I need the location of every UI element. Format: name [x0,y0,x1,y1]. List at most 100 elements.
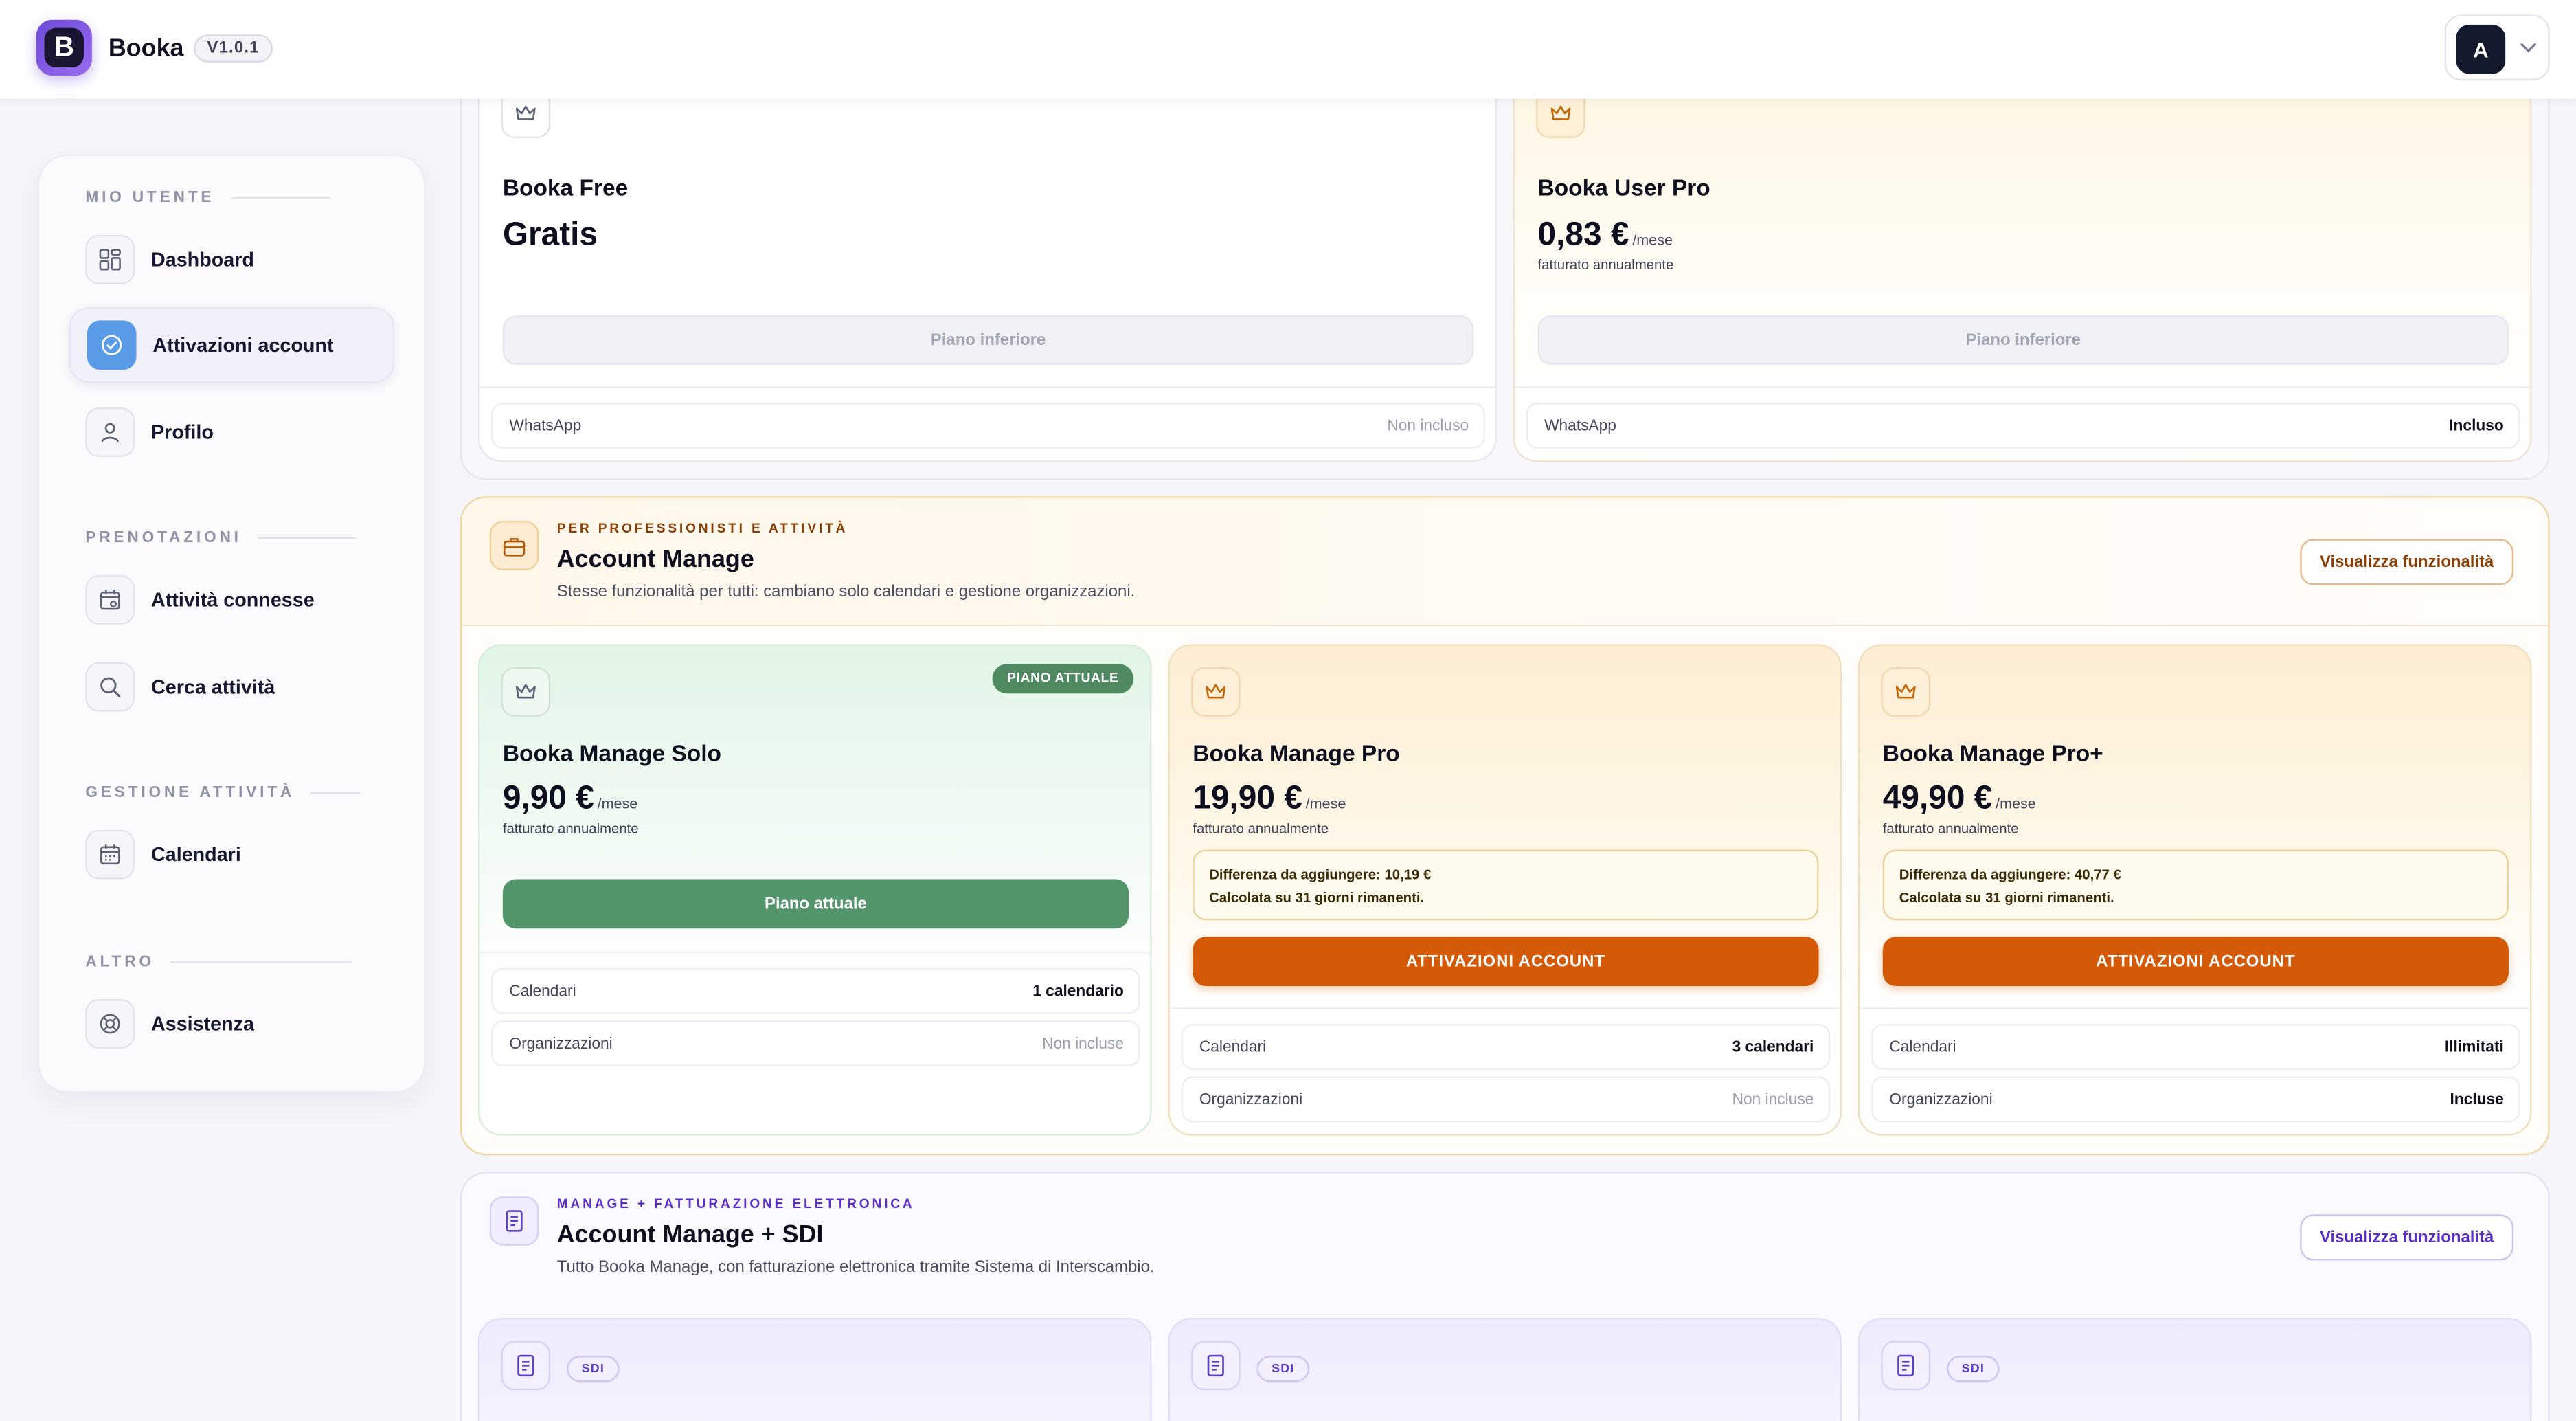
crown-icon [1881,667,1931,717]
sidebar-item-dashboard[interactable]: Dashboard [69,222,394,298]
plan-price: 9,90 €/mese [502,781,638,817]
sidebar-item-attivita-connesse[interactable]: Attività connesse [69,562,394,638]
feature-row-calendari: Calendari 3 calendari [1181,1023,1831,1070]
current-plan-button[interactable]: Piano attuale [502,879,1129,929]
briefcase-icon [489,521,539,570]
top-bar: B Booka V1.0.1 A [0,0,2576,99]
feature-row-organizzazioni: Organizzazioni Incluse [1871,1076,2520,1123]
billing-note: fatturato annualmente [1193,820,1329,837]
dashboard-grid-icon [85,234,135,284]
difference-note: Calcolata su 31 giorni rimanenti. [1899,888,2114,906]
sidebar-section-mio-utente: MIO UTENTE [85,189,330,207]
plan-card-sdi-solo: SDI [477,1318,1152,1421]
divider [479,951,1151,954]
divider [479,386,1495,388]
sidebar-section-gestione-attivita: GESTIONE ATTIVITÀ [85,784,361,802]
crown-icon [501,667,551,717]
group-eyebrow: PER PROFESSIONISTI E ATTIVITÀ [556,521,848,536]
divider [1860,1007,2531,1009]
plan-name: Booka Free [502,174,629,201]
sidebar-item-label: Attivazioni account [152,333,334,357]
sidebar-item-label: Cerca attività [151,675,275,699]
calendar-link-icon [85,575,135,625]
plan-name: Booka Manage Pro [1193,739,1400,766]
group-description: Tutto Booka Manage, con fatturazione ele… [556,1258,1155,1277]
billing-note: fatturato annualmente [1882,820,2019,837]
app-root: B Booka V1.0.1 A MIO UTENTE Dashboard At… [0,0,2576,1421]
billing-note: fatturato annualmente [1537,256,1674,273]
sidebar-item-label: Calendari [151,842,241,866]
plan-card-manage-solo: PIANO ATTUALE Booka Manage Solo 9,90 €/m… [477,644,1152,1136]
sidebar-item-label: Assistenza [151,1012,254,1036]
crown-icon [1190,667,1241,717]
group-eyebrow: MANAGE + FATTURAZIONE ELETTRONICA [556,1196,915,1211]
feature-row-whatsapp: WhatsApp Non incluso [491,402,1486,449]
sidebar-section-prenotazioni: PRENOTAZIONI [85,529,357,547]
price-difference-box: Differenza da aggiungere: 10,19 € Calcol… [1193,849,1819,921]
plan-name: Booka Manage Solo [502,739,721,766]
sidebar-item-assistenza[interactable]: Assistenza [69,986,394,1062]
sidebar-item-label: Dashboard [151,248,254,271]
price-difference-box: Differenza da aggiungere: 40,77 € Calcol… [1882,849,2509,921]
logo-letter: B [44,27,84,68]
avatar: A [2456,24,2506,74]
plan-card-sdi-pro-plus: SDI [1857,1318,2532,1421]
group-title: Account Manage [556,546,754,574]
feature-row-calendari: Calendari 1 calendario [491,967,1140,1014]
calendar-icon [85,829,135,880]
document-icon [1190,1341,1241,1391]
plan-name: Booka Manage Pro+ [1882,739,2103,766]
sdi-badge: SDI [1256,1356,1310,1383]
sidebar-item-attivazioni-account[interactable]: Attivazioni account [69,307,394,383]
plan-price: 0,83 €/mese [1537,216,1673,254]
user-icon [85,407,135,457]
plan-card-booka-user-pro: Booka User Pro 0,83 €/mese fatturato ann… [1513,65,2532,462]
document-icon [1881,1341,1931,1391]
difference-note: Calcolata su 31 giorni rimanenti. [1209,888,1425,906]
plan-name: Booka User Pro [1537,174,1710,201]
lower-plan-button[interactable]: Piano inferiore [1537,315,2509,365]
plan-card-booka-free: Booka Free Gratis Piano inferiore WhatsA… [477,65,1497,462]
sidebar-item-label: Profilo [151,421,214,444]
group-title: Account Manage + SDI [556,1220,824,1249]
view-features-button[interactable]: Visualizza funzionalità [2300,1214,2514,1261]
plan-price: Gratis [502,216,598,254]
feature-row-calendari: Calendari Illimitati [1871,1023,2520,1070]
sidebar-item-calendari[interactable]: Calendari [69,817,394,893]
plan-price: 49,90 €/mese [1882,781,2036,817]
difference-amount: Differenza da aggiungere: 40,77 € [1899,866,2121,883]
feature-row-organizzazioni: Organizzazioni Non incluse [491,1020,1140,1067]
sidebar-item-label: Attività connesse [151,588,315,612]
activate-account-button[interactable]: ATTIVAZIONI ACCOUNT [1193,937,1819,986]
feature-row-organizzazioni: Organizzazioni Non incluse [1181,1076,1831,1123]
sdi-badge: SDI [567,1356,620,1383]
document-icon [489,1196,539,1246]
sdi-badge: SDI [1947,1356,2000,1383]
sidebar-item-cerca-attivita[interactable]: Cerca attività [69,649,394,725]
divider [1169,1007,1840,1009]
app-name: Booka [108,34,184,63]
lower-plan-button[interactable]: Piano inferiore [502,315,1474,365]
sidebar-item-profilo[interactable]: Profilo [69,394,394,470]
current-plan-badge: PIANO ATTUALE [992,664,1133,694]
view-features-button[interactable]: Visualizza funzionalità [2300,539,2514,585]
plan-card-sdi-pro: SDI [1168,1318,1842,1421]
sidebar: MIO UTENTE Dashboard Attivazioni account… [38,154,426,1093]
sidebar-section-altro: ALTRO [85,953,352,971]
booka-logo[interactable]: B [36,19,92,76]
difference-amount: Differenza da aggiungere: 10,19 € [1209,866,1432,883]
document-icon [501,1341,551,1391]
user-menu-button[interactable]: A [2444,14,2550,81]
chevron-down-icon [2520,43,2536,53]
activate-account-button[interactable]: ATTIVAZIONI ACCOUNT [1882,937,2509,986]
plan-price: 19,90 €/mese [1193,781,1346,817]
plan-card-manage-pro-plus: Booka Manage Pro+ 49,90 €/mese fatturato… [1857,644,2532,1136]
group-description: Stesse funzionalità per tutti: cambiano … [556,583,1136,602]
group-header-bg [462,497,2549,627]
lifebuoy-icon [85,999,135,1049]
divider [1515,386,2531,388]
plan-card-manage-pro: Booka Manage Pro 19,90 €/mese fatturato … [1168,644,1842,1136]
search-icon [85,662,135,712]
check-circle-icon [87,320,137,370]
version-badge: V1.0.1 [194,34,273,63]
